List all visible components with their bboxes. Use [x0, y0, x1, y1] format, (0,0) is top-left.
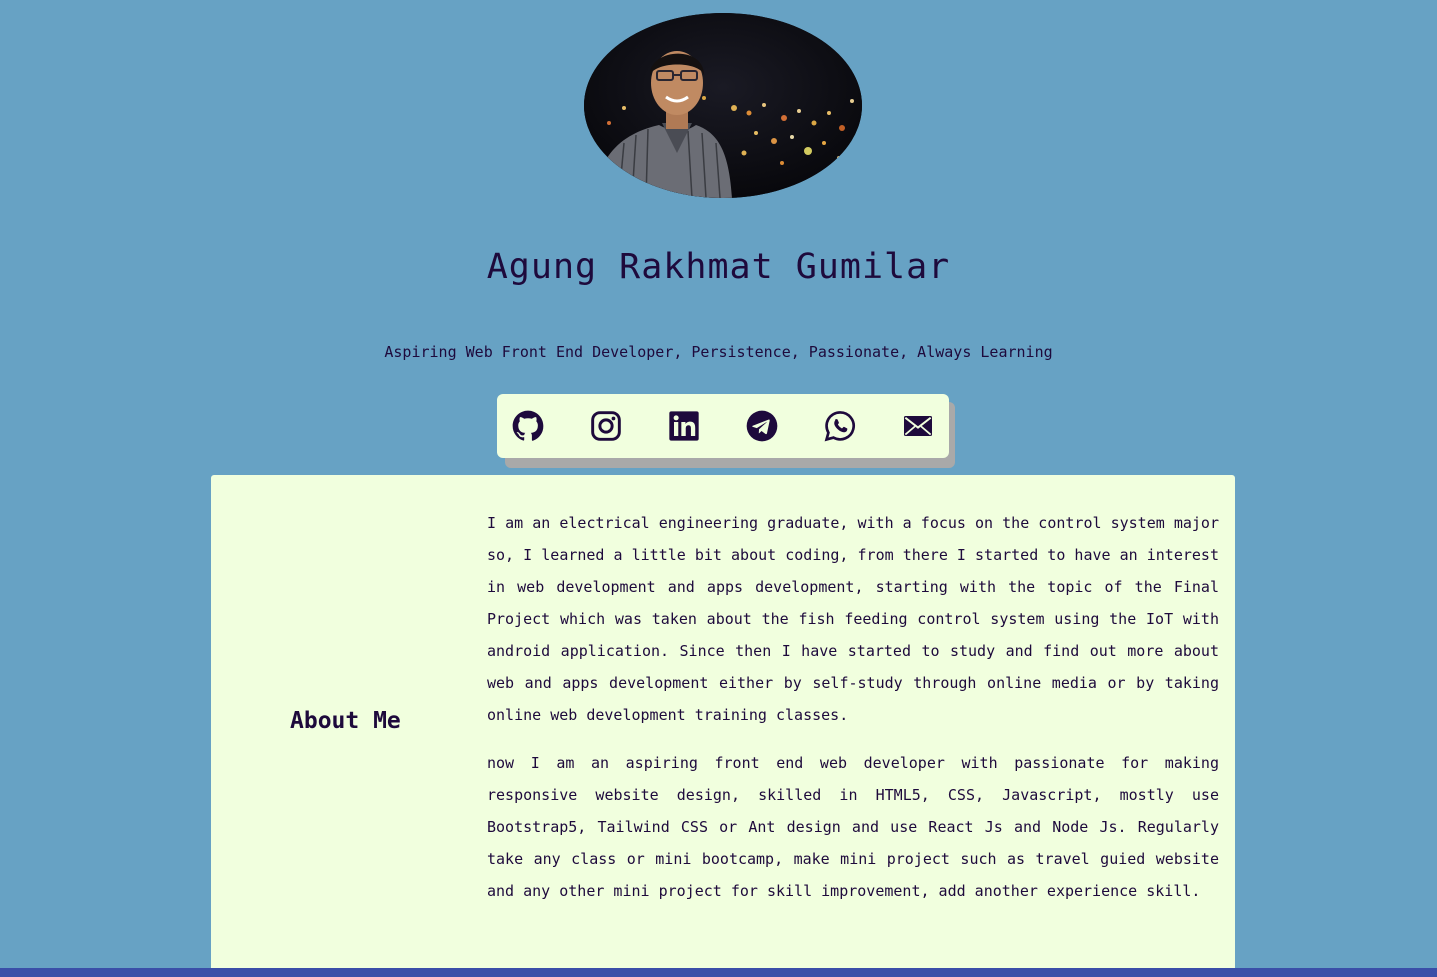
profile-photo: [584, 13, 862, 198]
whatsapp-link[interactable]: [824, 410, 856, 442]
profile-tagline: Aspiring Web Front End Developer, Persis…: [384, 343, 1053, 361]
instagram-link[interactable]: [590, 410, 622, 442]
email-link[interactable]: [902, 410, 934, 442]
about-paragraph: now I am an aspiring front end web devel…: [487, 754, 1219, 900]
instagram-icon: [591, 411, 621, 441]
github-link[interactable]: [512, 410, 544, 442]
social-links-bar: [497, 394, 949, 458]
about-paragraph: I am an electrical engineering graduate,…: [487, 514, 1219, 724]
profile-name: Agung Rakhmat Gumilar: [486, 247, 951, 287]
linkedin-icon: [669, 411, 699, 441]
about-section: About Me I am an electrical engineering …: [211, 475, 1235, 977]
github-icon: [512, 410, 544, 441]
about-body: I am an electrical engineering graduate,…: [487, 507, 1219, 923]
whatsapp-icon: [824, 411, 855, 442]
linkedin-link[interactable]: [668, 410, 700, 442]
mail-icon: [904, 416, 932, 436]
bottom-bar: [0, 968, 1437, 977]
page: Agung Rakhmat Gumilar Aspiring Web Front…: [0, 0, 1437, 977]
telegram-link[interactable]: [746, 410, 778, 442]
telegram-icon: [746, 410, 778, 442]
about-title: About Me: [290, 708, 401, 734]
